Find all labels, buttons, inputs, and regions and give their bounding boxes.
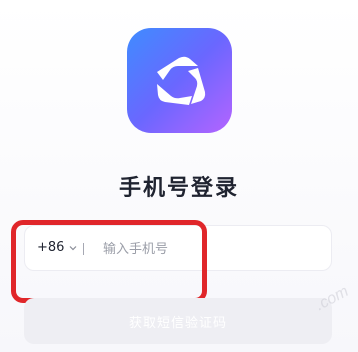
page-title: 手机号登录 bbox=[118, 176, 239, 201]
country-code-label: +86 bbox=[37, 240, 65, 255]
app-logo-icon bbox=[127, 28, 232, 133]
chevron-down-icon bbox=[70, 245, 77, 250]
phone-input[interactable] bbox=[103, 238, 303, 260]
tri-petal-logo-icon bbox=[157, 56, 206, 105]
phone-field[interactable]: +86 bbox=[24, 225, 332, 271]
country-code-selector[interactable]: +86 bbox=[37, 240, 78, 255]
field-divider bbox=[83, 243, 84, 255]
get-sms-code-button[interactable]: 获取短信验证码 bbox=[24, 298, 332, 344]
